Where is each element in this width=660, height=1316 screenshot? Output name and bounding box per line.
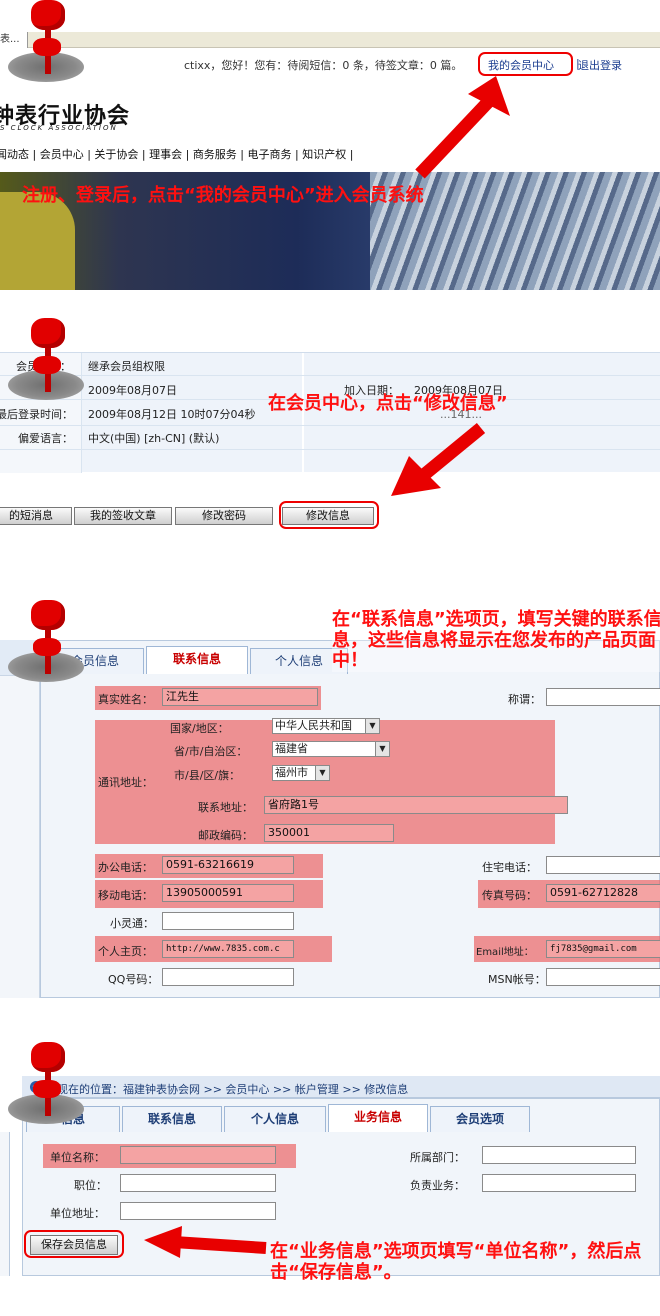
office-phone-label: 办公电话： bbox=[98, 861, 153, 874]
city-label: 市/县/区/旗： bbox=[174, 769, 241, 782]
title-label: 称谓： bbox=[508, 693, 541, 706]
company-name-label: 单位名称： bbox=[50, 1151, 105, 1164]
annotation-step3: 在“联系信息”选项页，填写关键的联系信息，这些信息将显示在您发布的产品页面中！ bbox=[332, 609, 660, 673]
office-phone-input[interactable]: 0591-63216619 bbox=[162, 856, 294, 874]
fax-label: 传真号码： bbox=[482, 889, 537, 902]
site-logo-en: S CLOCK ASSOCIATION bbox=[0, 124, 118, 132]
chevron-down-icon[interactable]: ▼ bbox=[375, 742, 389, 756]
chevron-down-icon[interactable]: ▼ bbox=[315, 766, 329, 780]
arrow-icon bbox=[144, 1226, 267, 1258]
annotation-step4: 在“业务信息”选项页填写“单位名称”，然后点击“保存信息”。 bbox=[270, 1241, 642, 1283]
department-label: 所属部门： bbox=[410, 1151, 465, 1164]
tab-member-options[interactable]: 会员选项 bbox=[430, 1106, 530, 1132]
home-phone-input[interactable] bbox=[546, 856, 660, 874]
title-input[interactable] bbox=[546, 688, 660, 706]
real-name-input[interactable]: 江先生 bbox=[162, 688, 318, 706]
last-login-label: 最后登录时间： bbox=[0, 408, 73, 421]
real-name-label: 真实姓名： bbox=[98, 693, 153, 706]
qq-label: QQ号码： bbox=[108, 973, 159, 986]
company-address-input[interactable] bbox=[120, 1202, 276, 1220]
banner-logo-shape bbox=[0, 192, 75, 290]
language-value: 中文(中国) [zh-CN] (默认) bbox=[88, 432, 220, 445]
responsibility-input[interactable] bbox=[482, 1174, 636, 1192]
responsibility-label: 负责业务： bbox=[410, 1179, 465, 1192]
main-nav: 闻动态 | 会员中心 | 关于协会 | 理事会 | 商务服务 | 电子商务 | … bbox=[0, 146, 353, 162]
department-input[interactable] bbox=[482, 1146, 636, 1164]
msn-input[interactable] bbox=[546, 968, 660, 986]
position-input[interactable] bbox=[120, 1174, 276, 1192]
address-group-label: 通讯地址： bbox=[98, 776, 153, 789]
nav-ecommerce[interactable]: 电子商务 bbox=[248, 148, 292, 161]
country-select[interactable]: 中华人民共和国 ▼ bbox=[272, 718, 380, 734]
tab-contact-info[interactable]: 联系信息 bbox=[122, 1106, 222, 1132]
left-sidebar bbox=[0, 640, 40, 998]
pin-icon bbox=[0, 600, 100, 690]
annotation-step1: 注册、登录后，点击“我的会员中心”进入会员系统 bbox=[22, 185, 424, 206]
signed-articles-button[interactable]: 我的签收文章 bbox=[74, 507, 172, 525]
nav-ip[interactable]: 知识产权 bbox=[302, 148, 346, 161]
panel-login-header: 表... ctixx，您好！您有：待阅短信：0 条，待签文章：0 篇。 我的会员… bbox=[0, 0, 660, 290]
pin-icon bbox=[0, 1042, 100, 1132]
phs-label: 小灵通： bbox=[110, 917, 154, 930]
fax-input[interactable]: 0591-62712828 bbox=[546, 884, 660, 902]
edit-info-highlight bbox=[279, 501, 379, 529]
logout-link[interactable]: 退出登录 bbox=[578, 57, 622, 73]
tab-personal-info[interactable]: 个人信息 bbox=[224, 1106, 326, 1132]
tab-contact-info[interactable]: 联系信息 bbox=[146, 646, 248, 674]
tab-business-info[interactable]: 业务信息 bbox=[328, 1104, 428, 1132]
left-sidebar bbox=[0, 1132, 10, 1276]
breadcrumb: 您现在的位置：福建钟表协会网 >> 会员中心 >> 帐户管理 >> 修改信息 bbox=[46, 1083, 409, 1096]
street-label: 联系地址： bbox=[198, 801, 253, 814]
nav-council[interactable]: 理事会 bbox=[149, 148, 182, 161]
home-phone-label: 住宅电话： bbox=[482, 861, 537, 874]
pin-icon bbox=[0, 318, 100, 408]
pin-icon bbox=[0, 0, 100, 90]
nav-about[interactable]: 关于协会 bbox=[94, 148, 138, 161]
msn-label: MSN帐号： bbox=[488, 973, 546, 986]
language-label: 偏爱语言： bbox=[18, 432, 73, 445]
change-password-button[interactable]: 修改密码 bbox=[175, 507, 273, 525]
nav-member-center[interactable]: 会员中心 bbox=[40, 148, 84, 161]
register-date-value: 2009年08月07日 bbox=[88, 384, 177, 397]
nav-business[interactable]: 商务服务 bbox=[193, 148, 237, 161]
zipcode-label: 邮政编码： bbox=[198, 829, 253, 842]
homepage-input[interactable]: http://www.7835.com.c bbox=[162, 940, 294, 958]
country-label: 国家/地区： bbox=[170, 722, 229, 735]
homepage-label: 个人主页： bbox=[98, 945, 153, 958]
phs-input[interactable] bbox=[162, 912, 294, 930]
chevron-down-icon[interactable]: ▼ bbox=[365, 719, 379, 733]
city-select[interactable]: 福州市 ▼ bbox=[272, 765, 330, 781]
panel-contact-info: 会员信息 联系信息 个人信息 真实姓名： 江先生 称谓： 通讯地址： 国家/地区… bbox=[0, 600, 660, 998]
last-login-value: 2009年08月12日 10时07分04秒 bbox=[88, 408, 256, 421]
company-name-input[interactable] bbox=[120, 1146, 276, 1164]
position-label: 职位： bbox=[74, 1179, 107, 1192]
street-input[interactable]: 省府路1号 bbox=[264, 796, 568, 814]
province-label: 省/市/自治区： bbox=[174, 745, 248, 758]
qq-input[interactable] bbox=[162, 968, 294, 986]
zipcode-input[interactable]: 350001 bbox=[264, 824, 394, 842]
company-address-label: 单位地址： bbox=[50, 1207, 105, 1220]
mobile-label: 移动电话： bbox=[98, 889, 153, 902]
panel-member-center: 会员级别： 继承会员组权限 2009年08月07日 加入日期： 2009年08月… bbox=[0, 318, 660, 538]
annotation-step2: 在会员中心，点击“修改信息” bbox=[268, 393, 508, 414]
arrow-icon bbox=[415, 76, 510, 179]
email-input[interactable]: fj7835@gmail.com bbox=[546, 940, 660, 958]
arrow-icon bbox=[391, 422, 485, 496]
nav-news[interactable]: 闻动态 bbox=[0, 148, 29, 161]
mobile-input[interactable]: 13905000591 bbox=[162, 884, 294, 902]
panel-business-info: ➜ 您现在的位置：福建钟表协会网 >> 会员中心 >> 帐户管理 >> 修改信息… bbox=[0, 1042, 660, 1316]
province-select[interactable]: 福建省 ▼ bbox=[272, 741, 390, 757]
email-label: Email地址： bbox=[476, 947, 534, 958]
messages-button[interactable]: 的短消息 bbox=[0, 507, 72, 525]
save-button-highlight bbox=[24, 1230, 124, 1258]
